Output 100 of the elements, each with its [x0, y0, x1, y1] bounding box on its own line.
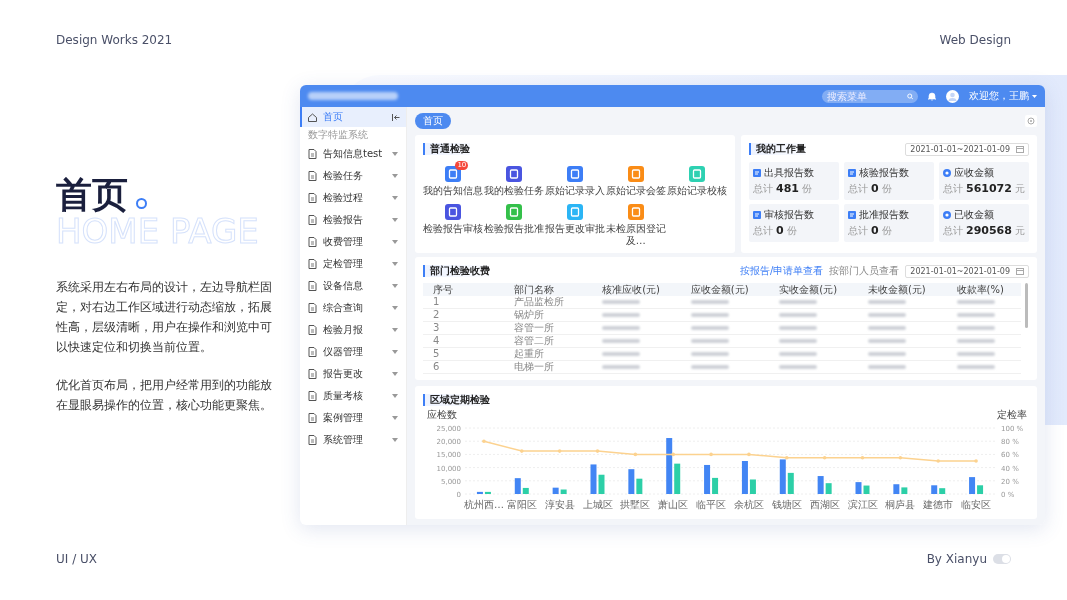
- line-point: [595, 449, 600, 453]
- shortcut[interactable]: 检验报告批准: [483, 199, 545, 247]
- blurred-value: [690, 352, 729, 356]
- stat-unit: 份: [786, 224, 797, 238]
- shortcut[interactable]: 报告更改审批: [544, 199, 606, 247]
- sidebar-item[interactable]: 报告更改: [300, 363, 406, 385]
- shortcut[interactable]: 原始记录录入: [544, 161, 606, 197]
- sidebar-item[interactable]: 收费管理: [300, 231, 406, 253]
- stat-label: 出具报告数: [764, 165, 814, 180]
- column-header: 未收金额(元): [867, 283, 927, 296]
- blurred-value: [956, 313, 995, 317]
- document-icon: [308, 171, 317, 181]
- view-link[interactable]: 按报告/申请单查看: [739, 264, 824, 278]
- stat-value: 0: [871, 182, 879, 195]
- stat-prefix: 总计: [753, 224, 773, 238]
- stat-prefix: 总计: [848, 182, 868, 196]
- caret-icon: [392, 284, 398, 288]
- section-label: 数字特监系统: [307, 128, 369, 142]
- avatar[interactable]: [946, 89, 959, 103]
- category-label: 西湖区: [809, 499, 840, 510]
- caret-icon: [392, 174, 398, 178]
- line-point: [936, 459, 940, 463]
- blurred-value: [779, 313, 818, 317]
- caret-icon: [392, 350, 398, 354]
- sidebar-item[interactable]: 首页: [300, 107, 406, 127]
- caret-icon: [392, 306, 398, 310]
- settings-icon[interactable]: [1025, 115, 1037, 127]
- shortcut[interactable]: 检验报告审核: [423, 199, 484, 247]
- stat-label: 核验报告数: [859, 165, 909, 180]
- shortcut[interactable]: 原始记录会签: [605, 161, 667, 197]
- bell-icon[interactable]: [928, 91, 936, 101]
- sidebar-item[interactable]: 告知信息test: [300, 143, 406, 165]
- page-title: 首页: [56, 177, 128, 214]
- home-icon: [308, 112, 317, 122]
- axis-title: 定检率: [997, 409, 1027, 420]
- search-field[interactable]: 搜索菜单: [822, 89, 918, 103]
- table-cell-text: 3: [433, 322, 441, 334]
- report-icon: [848, 210, 856, 219]
- line-point: [747, 452, 751, 457]
- sidebar-item[interactable]: 检验月报: [300, 319, 406, 341]
- document-icon: [308, 193, 317, 203]
- description: 系统采用左右布局的设计，左边导航栏固定，对右边工作区域进行动态缩放，拓展性高，层级清晰，用户在操作和浏览中可以快速定位和切换当前位置。: [56, 278, 273, 356]
- scrollbar[interactable]: [1025, 283, 1028, 328]
- sidebar-item[interactable]: 仪器管理: [300, 341, 406, 363]
- date-range-field[interactable]: 2021-01-01~2021-01-09: [905, 264, 1029, 278]
- sidebar-item[interactable]: 定检管理: [300, 253, 406, 275]
- date-range-field[interactable]: 2021-01-01~2021-01-09: [905, 142, 1029, 156]
- view-link[interactable]: 按部门人员查看: [829, 264, 900, 278]
- sidebar-item[interactable]: 设备信息: [300, 275, 406, 297]
- sidebar-item[interactable]: 综合查询: [300, 297, 406, 319]
- ring-icon: [136, 198, 147, 210]
- sidebar-item[interactable]: 案例管理: [300, 407, 406, 429]
- caret-icon: [392, 240, 398, 244]
- column-header: 部门名称: [513, 283, 555, 296]
- table-cell-text: 5: [433, 348, 441, 360]
- blurred-value: [867, 365, 906, 369]
- category-label: 临安区: [961, 499, 992, 510]
- table-cell-text: 4: [433, 335, 441, 347]
- blurred-value: [867, 326, 906, 330]
- line-point: [898, 455, 903, 460]
- shortcut[interactable]: 原始记录校核: [666, 161, 727, 197]
- caret-icon: [392, 196, 398, 200]
- caret-icon: [392, 438, 398, 442]
- caret-icon: [392, 328, 398, 332]
- shortcut[interactable]: 我的检验任务: [483, 161, 545, 197]
- blurred-value: [956, 352, 995, 356]
- blurred-value: [779, 365, 818, 369]
- stat-unit: 份: [881, 224, 892, 238]
- line-point: [482, 439, 486, 443]
- sidebar-item[interactable]: 质量考核: [300, 385, 406, 407]
- caret-icon: [392, 218, 398, 222]
- blurred-value: [602, 313, 641, 317]
- sidebar-item[interactable]: 检验报告: [300, 209, 406, 231]
- sidebar-item[interactable]: 检验过程: [300, 187, 406, 209]
- report-icon: [753, 168, 761, 177]
- document-icon: [308, 435, 317, 445]
- sidebar-item[interactable]: 系统管理: [300, 429, 406, 451]
- sidebar-item[interactable]: 检验任务: [300, 165, 406, 187]
- category-label: 滨江区: [847, 499, 878, 510]
- shortcut[interactable]: 未检原因登记及…: [605, 199, 667, 247]
- stat-prefix: 总计: [943, 224, 963, 238]
- category-label: 杭州西…: [463, 499, 504, 510]
- coin-icon: [943, 168, 951, 177]
- caret-icon: [392, 394, 398, 398]
- table-cell-text: 容管一所: [513, 322, 555, 334]
- stat-label: 已收金额: [954, 207, 994, 222]
- stat-prefix: 总计: [753, 182, 773, 196]
- blurred-value: [602, 365, 641, 369]
- blurred-value: [779, 339, 818, 343]
- header-label: Web Design: [939, 33, 1011, 49]
- stat-value: 0: [776, 224, 784, 237]
- blurred-value: [867, 313, 906, 317]
- line-point: [785, 455, 789, 460]
- caret-icon: [392, 152, 398, 156]
- blurred-value: [956, 300, 995, 304]
- document-icon: [308, 369, 317, 379]
- report-icon: [848, 168, 856, 177]
- collapse-icon[interactable]: [392, 113, 400, 121]
- blurred-value: [602, 326, 641, 330]
- stat-unit: 份: [881, 182, 892, 196]
